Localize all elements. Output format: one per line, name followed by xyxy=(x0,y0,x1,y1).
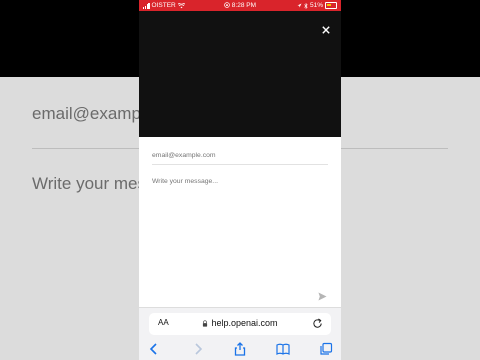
book-icon[interactable] xyxy=(276,342,290,356)
status-right: 51% xyxy=(297,0,337,11)
send-icon xyxy=(318,292,327,301)
email-field[interactable] xyxy=(152,146,328,165)
chevron-right-icon[interactable] xyxy=(191,342,205,356)
share-icon[interactable] xyxy=(233,342,247,356)
status-bar: OISTER 8:28 PM 51% xyxy=(139,0,341,11)
bluetooth-icon xyxy=(304,2,308,9)
battery-icon xyxy=(325,2,337,9)
url-text: help.openai.com xyxy=(211,318,278,328)
close-button[interactable] xyxy=(320,24,332,36)
chevron-left-icon[interactable] xyxy=(147,342,161,356)
address-bar[interactable]: AA help.openai.com xyxy=(149,313,331,335)
browser-toolbar xyxy=(139,340,341,358)
browser-bar: AA help.openai.com xyxy=(139,307,341,360)
message-field[interactable] xyxy=(152,177,328,287)
url-display[interactable]: help.openai.com xyxy=(149,318,331,328)
location-icon xyxy=(297,3,302,8)
status-time: 8:28 PM xyxy=(231,2,257,9)
lock-icon xyxy=(203,320,208,327)
tabs-icon[interactable] xyxy=(319,342,333,356)
battery-percent: 51% xyxy=(309,2,323,9)
reload-icon[interactable] xyxy=(312,318,323,329)
phone-screen: OISTER 8:28 PM 51% email@example.com Wri… xyxy=(139,0,341,360)
video-area[interactable] xyxy=(139,11,341,137)
send-button[interactable] xyxy=(318,288,328,301)
orientation-lock-icon xyxy=(224,2,230,8)
close-icon xyxy=(322,26,330,34)
